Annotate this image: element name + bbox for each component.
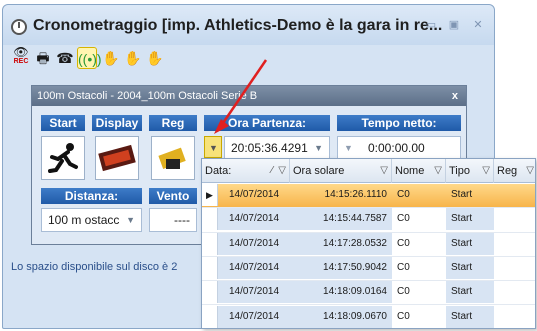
annotation-arrow bbox=[214, 59, 268, 134]
